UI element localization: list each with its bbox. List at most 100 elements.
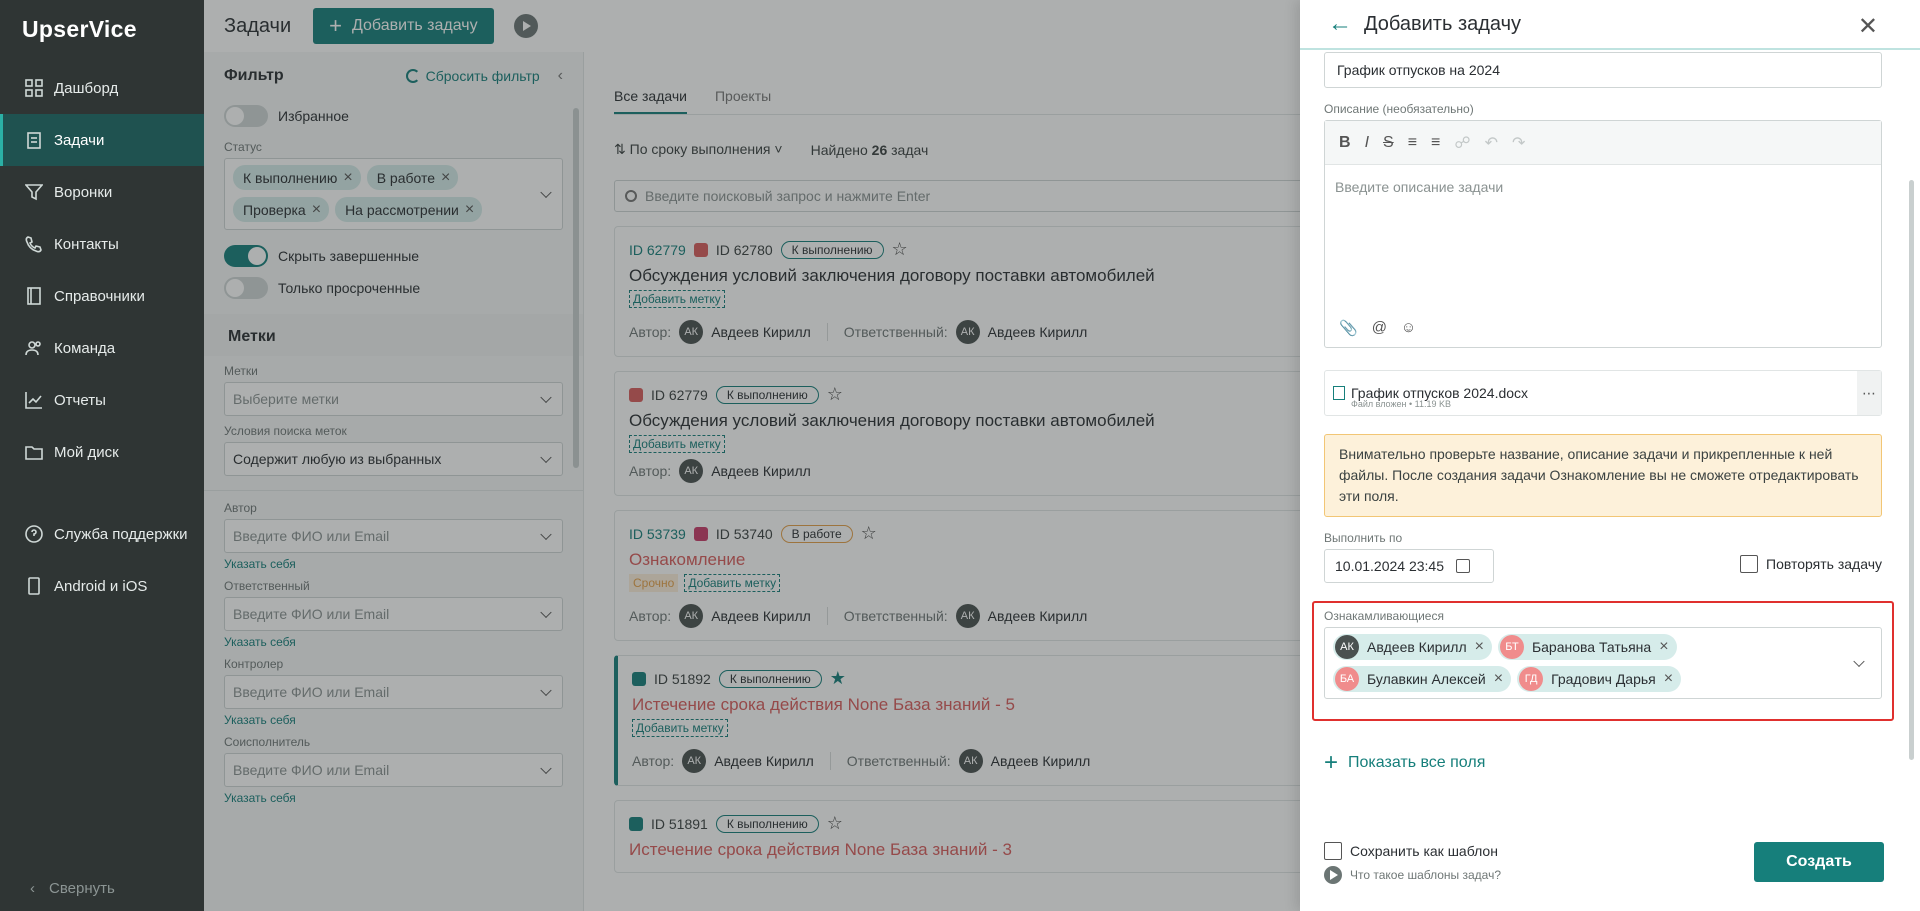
chart-icon <box>24 390 44 410</box>
dashboard-icon <box>24 78 44 98</box>
recipient-chip: ГД Градович Дарья × <box>1517 666 1682 692</box>
paperclip-icon[interactable]: 📎 <box>1339 319 1358 337</box>
editor-toolbar: B I S ≡ ≡ ☍ ↶ ↷ <box>1325 121 1881 165</box>
save-template-label: Сохранить как шаблон <box>1350 843 1498 859</box>
description-label: Описание (необязательно) <box>1324 102 1474 116</box>
sidebar-item-funnels[interactable]: Воронки <box>0 166 204 218</box>
warning-banner: Внимательно проверьте название, описание… <box>1324 434 1882 517</box>
create-button[interactable]: Создать <box>1754 842 1884 882</box>
task-name-input[interactable]: График отпусков на 2024 <box>1324 52 1882 88</box>
sidebar-item-dashboard[interactable]: Дашборд <box>0 62 204 114</box>
folder-icon <box>24 442 44 462</box>
what-templates-label: Что такое шаблоны задач? <box>1350 868 1502 882</box>
sidebar-item-reports[interactable]: Отчеты <box>0 374 204 426</box>
show-all-label: Показать все поля <box>1348 754 1486 771</box>
sidebar-item-team[interactable]: Команда <box>0 322 204 374</box>
chevron-down-icon[interactable] <box>1853 655 1865 668</box>
close-icon[interactable]: × <box>1475 638 1484 656</box>
sidebar-item-label: Контакты <box>54 235 119 253</box>
mention-icon[interactable]: @ <box>1372 319 1387 337</box>
recipient-name: Градович Дарья <box>1551 671 1656 687</box>
recipients-select[interactable]: АК Авдеев Кирилл × БТ Баранова Татьяна × БА Б… <box>1324 627 1882 699</box>
drawer-body: График отпусков на 2024 Описание (необяз… <box>1312 52 1894 775</box>
repeat-checkbox[interactable] <box>1740 555 1759 573</box>
attachment-meta: Файл вложен • 11.19 KB <box>1351 399 1451 409</box>
sidebar-item-directories[interactable]: Справочники <box>0 270 204 322</box>
due-date-value: 10.01.2024 23:45 <box>1335 558 1444 574</box>
phone-icon <box>24 234 44 254</box>
collapse-button[interactable]: ‹ Свернуть <box>30 880 115 897</box>
close-icon[interactable]: ✕ <box>1858 12 1878 41</box>
recipient-chip: БТ Баранова Татьяна × <box>1497 634 1677 660</box>
modal-backdrop[interactable] <box>204 0 1300 911</box>
editor-footer: 📎 @ ☺ <box>1339 319 1416 337</box>
recipient-chip: АК Авдеев Кирилл × <box>1333 634 1492 660</box>
recipient-name: Баранова Татьяна <box>1531 639 1652 655</box>
sidebar-item-label: Мой диск <box>54 443 119 461</box>
drawer-header: ← Добавить задачу <box>1300 0 1920 50</box>
avatar: БА <box>1335 667 1359 691</box>
sidebar-item-label: Задачи <box>54 131 105 149</box>
more-icon[interactable]: ⋯ <box>1857 371 1881 415</box>
redo-icon[interactable]: ↷ <box>1512 133 1525 153</box>
sidebar: UpserVice Дашборд Задачи Воронки Контакт… <box>0 0 204 911</box>
close-icon[interactable]: × <box>1494 670 1503 688</box>
recipient-name: Булавкин Алексей <box>1367 671 1486 687</box>
show-all-fields-button[interactable]: + Показать все поля <box>1324 751 1882 775</box>
collapse-label: Свернуть <box>49 880 115 897</box>
sidebar-item-label: Дашборд <box>54 79 119 97</box>
task-name-value: График отпусков на 2024 <box>1337 62 1500 78</box>
sidebar-item-label: Отчеты <box>54 391 106 409</box>
play-icon <box>1324 866 1342 884</box>
funnel-icon <box>24 182 44 202</box>
bold-icon[interactable]: B <box>1339 134 1351 152</box>
description-editor[interactable]: B I S ≡ ≡ ☍ ↶ ↷ Введите описание задачи … <box>1324 120 1882 348</box>
strikethrough-icon[interactable]: S <box>1383 134 1394 152</box>
sidebar-item-label: Android и iOS <box>54 577 148 595</box>
undo-icon[interactable]: ↶ <box>1485 133 1498 153</box>
due-date-input[interactable]: 10.01.2024 23:45 <box>1324 549 1494 583</box>
help-icon <box>24 524 44 544</box>
emoji-icon[interactable]: ☺ <box>1401 319 1416 337</box>
sidebar-item-my-disk[interactable]: Мой диск <box>0 426 204 478</box>
description-placeholder: Введите описание задачи <box>1335 179 1504 195</box>
sidebar-nav: Дашборд Задачи Воронки Контакты Справочн… <box>0 62 204 478</box>
logo: UpserVice <box>22 16 137 42</box>
link-icon[interactable]: ☍ <box>1454 133 1470 153</box>
sidebar-item-tasks[interactable]: Задачи <box>0 114 204 166</box>
recipients-field: Ознакамливающиеся АК Авдеев Кирилл × БТ Бар… <box>1312 601 1894 721</box>
attachment-item[interactable]: График отпусков 2024.docx Файл вложен • … <box>1324 370 1882 416</box>
recipient-name: Авдеев Кирилл <box>1367 639 1467 655</box>
sidebar-item-contacts[interactable]: Контакты <box>0 218 204 270</box>
bullet-list-icon[interactable]: ≡ <box>1408 134 1417 152</box>
avatar: АК <box>1335 635 1359 659</box>
recipients-label: Ознакамливающиеся <box>1324 609 1444 623</box>
sidebar-item-mobile[interactable]: Android и iOS <box>0 560 204 612</box>
save-template-option[interactable]: Сохранить как шаблон <box>1324 842 1498 860</box>
numbered-list-icon[interactable]: ≡ <box>1431 134 1440 152</box>
repeat-option[interactable]: Повторять задачу <box>1740 555 1882 573</box>
sidebar-bottom-nav: Служба поддержки Android и iOS <box>0 508 204 612</box>
add-task-drawer: ← Добавить задачу ✕ График отпусков на 2… <box>1300 0 1920 911</box>
save-template-checkbox[interactable] <box>1324 842 1342 860</box>
sidebar-item-support[interactable]: Служба поддержки <box>0 508 204 560</box>
back-arrow-icon[interactable]: ← <box>1328 10 1352 38</box>
close-icon[interactable]: × <box>1659 638 1668 656</box>
recipient-chip: БА Булавкин Алексей × <box>1333 666 1512 692</box>
drawer-title: Добавить задачу <box>1364 12 1522 35</box>
chevron-left-icon: ‹ <box>30 880 35 897</box>
italic-icon[interactable]: I <box>1365 134 1369 152</box>
book-icon <box>24 286 44 306</box>
avatar: БТ <box>1499 635 1524 659</box>
due-label: Выполнить по <box>1324 531 1403 545</box>
sidebar-item-label: Справочники <box>54 287 145 305</box>
what-templates-link[interactable]: Что такое шаблоны задач? <box>1324 866 1501 884</box>
sidebar-item-label: Команда <box>54 339 116 357</box>
close-icon[interactable]: × <box>1664 670 1673 688</box>
calendar-icon[interactable] <box>1456 559 1470 573</box>
avatar: ГД <box>1519 667 1544 691</box>
document-icon <box>1333 386 1345 400</box>
repeat-label: Повторять задачу <box>1766 556 1882 572</box>
tasks-icon <box>24 130 44 150</box>
drawer-scrollbar[interactable] <box>1909 180 1914 760</box>
